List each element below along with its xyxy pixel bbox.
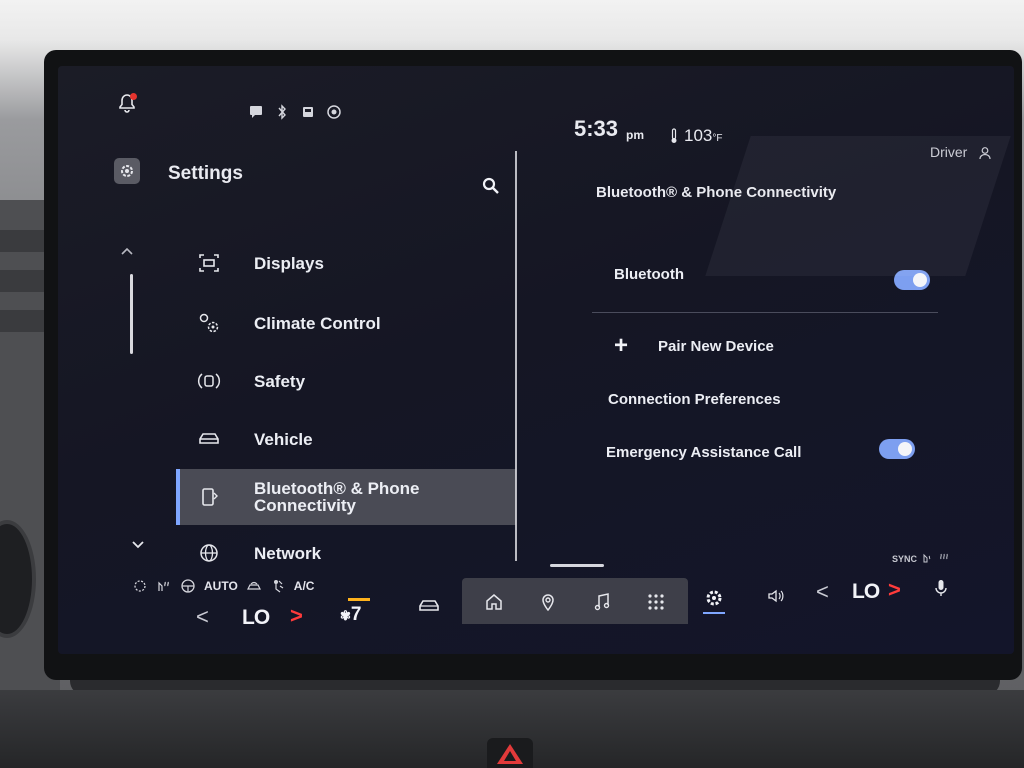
- sidebar-item-label: Safety: [254, 371, 306, 391]
- status-icons: [248, 104, 342, 120]
- sidebar-item-bluetooth-phone[interactable]: Bluetooth® & Phone Connectivity: [176, 469, 516, 525]
- pair-new-device-button[interactable]: Pair New Device: [658, 338, 774, 355]
- message-icon: [250, 106, 262, 118]
- air-vent: [0, 270, 50, 292]
- power-icon: [327, 105, 341, 119]
- navigation-pin-icon[interactable]: [538, 592, 558, 612]
- right-temperature: LO: [852, 580, 880, 603]
- fan-icon: ✾: [340, 608, 351, 623]
- sidebar-item-label: Displays: [254, 253, 324, 273]
- fan-level-indicator: [348, 598, 370, 601]
- sidebar-item-network[interactable]: Network: [176, 528, 516, 578]
- sidebar-item-displays[interactable]: Displays: [176, 238, 516, 288]
- user-icon[interactable]: [978, 146, 992, 160]
- row-divider: [592, 312, 938, 313]
- right-temp-down-button[interactable]: <: [816, 579, 829, 605]
- pane-divider: [515, 151, 517, 561]
- steering-heat-icon[interactable]: [180, 578, 196, 594]
- panel-title: Bluetooth® & Phone Connectivity: [596, 184, 837, 201]
- hazard-icon: [497, 744, 523, 764]
- emergency-assistance-label: Emergency Assistance Call: [606, 444, 802, 461]
- scroll-up-chevron-icon[interactable]: [120, 246, 134, 256]
- settings-gear-icon[interactable]: [704, 588, 724, 608]
- page-title: Settings: [168, 163, 243, 184]
- hazard-button[interactable]: [487, 738, 533, 768]
- active-tab-indicator: [703, 612, 725, 614]
- seat-heat-icon[interactable]: [156, 578, 172, 594]
- gear-icon: [121, 165, 133, 177]
- safety-icon: [197, 373, 221, 389]
- sidebar-item-label: Bluetooth® & Phone Connectivity: [254, 479, 420, 515]
- bluetooth-label: Bluetooth: [614, 266, 684, 283]
- seat-vent-icon[interactable]: [938, 552, 950, 564]
- bluetooth-icon: [278, 104, 286, 120]
- volume-icon[interactable]: [766, 586, 786, 606]
- air-vent: [0, 310, 50, 332]
- outside-temperature: 103°F: [684, 126, 723, 145]
- sidebar-item-label: Vehicle: [254, 429, 313, 449]
- phone-status-icon: [303, 107, 313, 117]
- microphone-icon[interactable]: [934, 579, 948, 597]
- clock-ampm: pm: [626, 128, 644, 142]
- seat-heat-icon[interactable]: [922, 552, 934, 564]
- ac-button[interactable]: A/C: [294, 579, 315, 593]
- pane-drag-handle[interactable]: [550, 564, 604, 567]
- airflow-icon[interactable]: [270, 578, 286, 594]
- climate-controls: AUTO A/C: [132, 578, 314, 594]
- thermometer-icon: [671, 128, 677, 143]
- fan-speed[interactable]: ✾7: [340, 604, 361, 626]
- notification-badge: [130, 93, 137, 100]
- scroll-down-chevron-icon[interactable]: [131, 540, 145, 550]
- app-grid-icon[interactable]: [646, 592, 666, 612]
- connection-preferences-item[interactable]: Connection Preferences: [608, 391, 781, 408]
- clock-time: 5:33: [574, 116, 619, 141]
- vehicle-shortcut-icon[interactable]: [418, 598, 440, 614]
- bluetooth-phone-icon: [202, 488, 218, 506]
- recirculation-icon[interactable]: [246, 578, 262, 594]
- right-temp-up-button[interactable]: >: [888, 577, 901, 603]
- left-temperature: LO: [242, 606, 270, 629]
- emergency-assistance-toggle[interactable]: [879, 439, 915, 459]
- bluetooth-toggle[interactable]: [894, 270, 930, 290]
- plus-icon[interactable]: +: [614, 334, 628, 358]
- vehicle-icon: [199, 433, 219, 444]
- globe-icon: [200, 544, 218, 562]
- auto-climate-button[interactable]: AUTO: [204, 579, 238, 593]
- sidebar-item-label: Climate Control: [254, 313, 381, 333]
- music-icon[interactable]: [592, 592, 612, 612]
- scrollbar[interactable]: [130, 274, 133, 354]
- climate-icon: [199, 313, 219, 333]
- sync-label[interactable]: SYNC: [892, 554, 917, 564]
- infotainment-screen: 5:33 pm 103°F Driver Settings Displays C…: [58, 66, 1014, 654]
- fan-icon[interactable]: [132, 578, 148, 594]
- left-temp-up-button[interactable]: >: [290, 603, 303, 629]
- settings-app-icon: [114, 158, 140, 184]
- left-temp-down-button[interactable]: <: [196, 604, 209, 630]
- driver-profile[interactable]: Driver: [930, 144, 967, 160]
- sidebar-item-safety[interactable]: Safety: [176, 356, 516, 406]
- search-icon[interactable]: [481, 176, 501, 196]
- sidebar-item-climate-control[interactable]: Climate Control: [176, 298, 516, 348]
- sidebar-item-vehicle[interactable]: Vehicle: [176, 414, 516, 464]
- sidebar-item-label: Network: [254, 543, 322, 563]
- air-vent: [0, 230, 50, 252]
- display-icon: [199, 254, 219, 272]
- home-icon[interactable]: [484, 592, 504, 612]
